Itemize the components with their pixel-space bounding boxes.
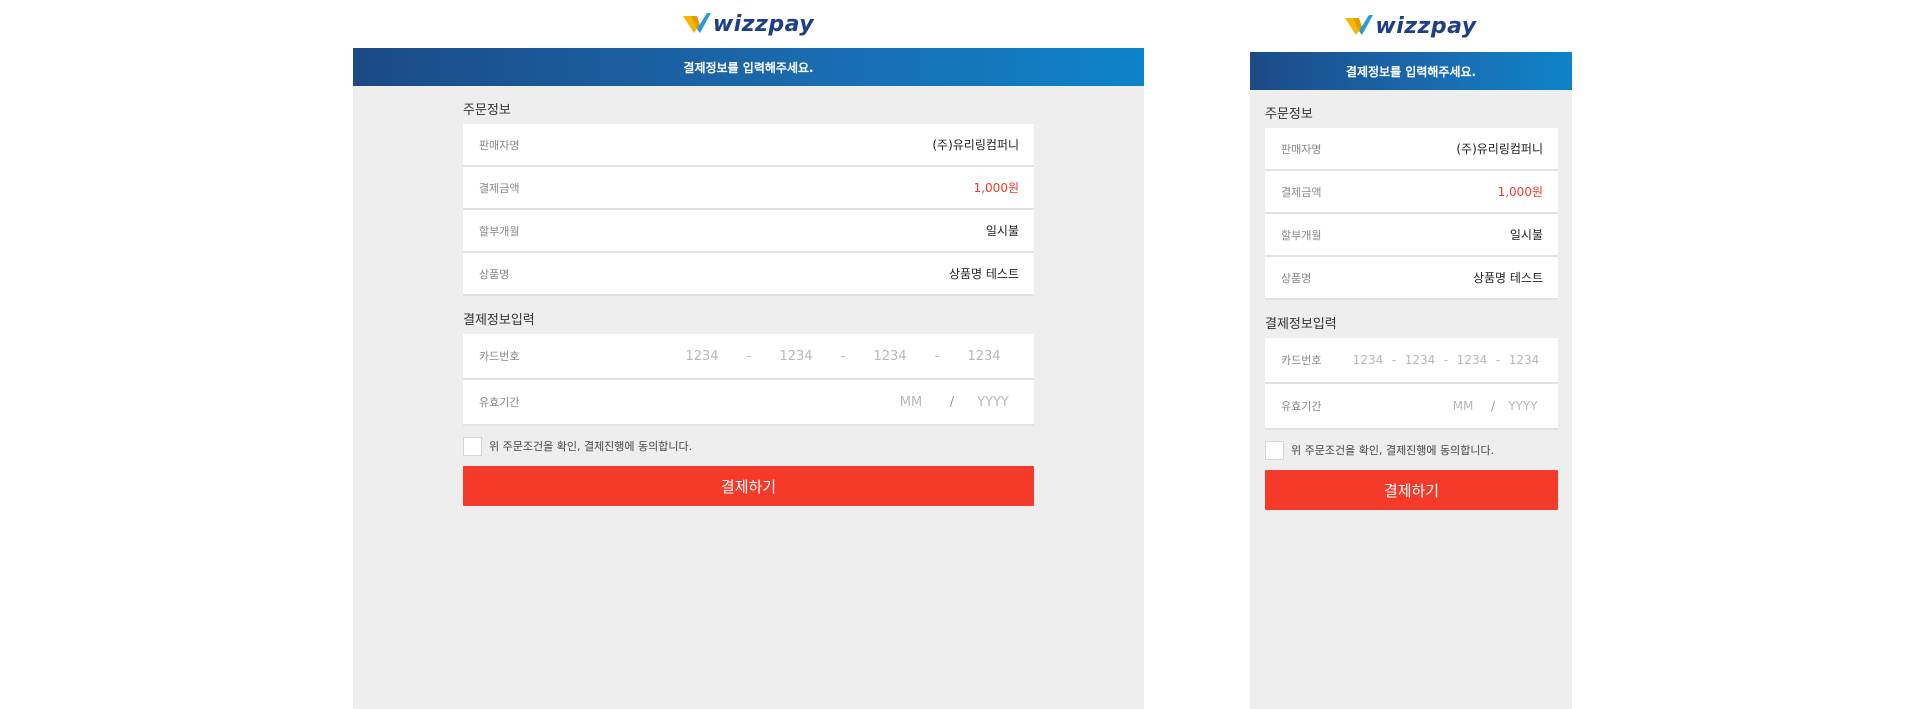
order-row-seller: 판매자명 (주)유리링컴퍼니: [1265, 128, 1558, 171]
card-separator: -: [1391, 353, 1397, 367]
seller-value: (주)유리링컴퍼니: [1456, 142, 1543, 156]
order-section-title: 주문정보: [463, 103, 511, 118]
product-label: 상품명: [1281, 271, 1312, 285]
expiry-separator: /: [1490, 399, 1496, 413]
amount-label: 결제금액: [479, 181, 520, 195]
pay-button[interactable]: 결제하기: [1265, 470, 1558, 510]
order-row-product: 상품명 상품명 테스트: [463, 253, 1034, 296]
installment-value: 일시불: [1509, 228, 1543, 242]
agreement-checkbox[interactable]: [463, 436, 482, 456]
installment-value: 일시불: [985, 224, 1019, 238]
desktop-payment-panel: wizzpay 결제정보를 입력해주세요. 주문정보 판매자명 (주)유리링컴퍼…: [353, 0, 1144, 709]
card-separator: -: [746, 348, 752, 364]
wizzpay-mark-icon: [1345, 15, 1374, 35]
payment-section-title: 결제정보입력: [1265, 317, 1337, 332]
expiry-year-input[interactable]: YYYY: [967, 395, 1019, 410]
wizzpay-logo: wizzpay: [682, 11, 815, 37]
card-number-input-2[interactable]: 1234: [1401, 353, 1439, 367]
logo-area: wizzpay: [1250, 0, 1572, 52]
form-body: 주문정보 판매자명 (주)유리링컴퍼니 결제금액 1,000원 할부개월 일시불…: [1250, 90, 1572, 709]
product-label: 상품명: [479, 267, 510, 281]
card-number-inputs: 1234 - 1234 - 1234 - 1234: [667, 349, 1019, 364]
installment-label: 할부개월: [1281, 228, 1322, 242]
order-section-title: 주문정보: [1265, 107, 1313, 122]
order-row-seller: 판매자명 (주)유리링컴퍼니: [463, 124, 1034, 167]
banner-text: 결제정보를 입력해주세요.: [683, 60, 814, 75]
wizzpay-mark-icon: [682, 13, 711, 33]
pay-button[interactable]: 결제하기: [463, 466, 1034, 506]
seller-value: (주)유리링컴퍼니: [932, 138, 1019, 152]
card-separator: -: [1443, 353, 1449, 367]
card-number-label: 카드번호: [479, 350, 520, 363]
expiry-inputs: MM / YYYY: [1443, 399, 1543, 413]
agreement-text: 위 주문조건을 확인, 결제진행에 동의합니다.: [489, 440, 693, 453]
banner: 결제정보를 입력해주세요.: [1250, 52, 1572, 90]
card-separator: -: [1495, 353, 1501, 367]
card-number-input-4[interactable]: 1234: [949, 349, 1019, 364]
card-number-input-3[interactable]: 1234: [1453, 353, 1491, 367]
pay-button-label: 결제하기: [720, 477, 777, 496]
expiry-row: 유효기간 MM / YYYY: [1265, 384, 1558, 430]
product-value: 상품명 테스트: [948, 267, 1019, 281]
agreement-checkbox[interactable]: [1265, 440, 1284, 460]
expiry-year-input[interactable]: YYYY: [1503, 399, 1543, 413]
card-number-inputs: 1234 - 1234 - 1234 - 1234: [1349, 353, 1543, 367]
order-row-amount: 결제금액 1,000원: [1265, 171, 1558, 214]
banner-text: 결제정보를 입력해주세요.: [1345, 64, 1477, 79]
card-separator: -: [840, 348, 846, 364]
card-number-input-1[interactable]: 1234: [1349, 353, 1387, 367]
card-number-input-1[interactable]: 1234: [667, 349, 737, 364]
agreement-row: 위 주문조건을 확인, 결제진행에 동의합니다.: [1265, 430, 1558, 470]
card-number-row: 카드번호 1234 - 1234 - 1234 - 1234: [463, 334, 1034, 380]
expiry-row: 유효기간 MM / YYYY: [463, 380, 1034, 426]
order-row-installment: 할부개월 일시불: [463, 210, 1034, 253]
installment-label: 할부개월: [479, 224, 520, 238]
amount-value: 1,000원: [1497, 185, 1543, 199]
payment-section-title: 결제정보입력: [463, 313, 535, 328]
expiry-month-input[interactable]: MM: [885, 395, 937, 410]
brand-name: wizzpay: [712, 11, 815, 37]
agreement-text: 위 주문조건을 확인, 결제진행에 동의합니다.: [1291, 444, 1495, 457]
card-number-input-2[interactable]: 1234: [761, 349, 831, 364]
card-number-input-4[interactable]: 1234: [1505, 353, 1543, 367]
card-number-input-3[interactable]: 1234: [855, 349, 925, 364]
banner: 결제정보를 입력해주세요.: [353, 48, 1144, 86]
card-separator: -: [934, 348, 940, 364]
expiry-label: 유효기간: [479, 396, 520, 409]
agreement-row: 위 주문조건을 확인, 결제진행에 동의합니다.: [463, 426, 1034, 466]
logo-area: wizzpay: [353, 0, 1144, 48]
mobile-payment-panel: wizzpay 결제정보를 입력해주세요. 주문정보 판매자명 (주)유리링컴퍼…: [1250, 0, 1572, 709]
pay-button-label: 결제하기: [1383, 481, 1440, 500]
expiry-inputs: MM / YYYY: [885, 395, 1019, 410]
expiry-label: 유효기간: [1281, 400, 1322, 413]
card-number-label: 카드번호: [1281, 354, 1322, 367]
seller-label: 판매자명: [1281, 142, 1322, 156]
brand-name: wizzpay: [1375, 13, 1477, 39]
amount-label: 결제금액: [1281, 185, 1322, 199]
order-row-product: 상품명 상품명 테스트: [1265, 257, 1558, 300]
seller-label: 판매자명: [479, 138, 520, 152]
card-number-row: 카드번호 1234 - 1234 - 1234 - 1234: [1265, 338, 1558, 384]
product-value: 상품명 테스트: [1472, 271, 1543, 285]
amount-value: 1,000원: [973, 181, 1019, 195]
form-body: 주문정보 판매자명 (주)유리링컴퍼니 결제금액 1,000원 할부개월 일시불…: [353, 86, 1144, 709]
expiry-month-input[interactable]: MM: [1443, 399, 1483, 413]
expiry-separator: /: [949, 394, 955, 410]
order-row-installment: 할부개월 일시불: [1265, 214, 1558, 257]
order-row-amount: 결제금액 1,000원: [463, 167, 1034, 210]
wizzpay-logo: wizzpay: [1345, 14, 1476, 39]
